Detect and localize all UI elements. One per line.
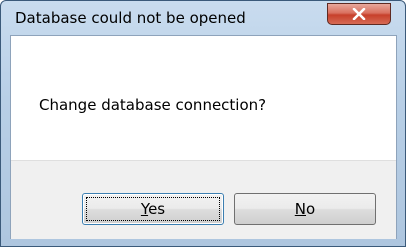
no-button-mnemonic: N <box>294 200 307 218</box>
close-button[interactable] <box>327 3 391 25</box>
yes-button-label-rest: es <box>148 200 166 218</box>
yes-button[interactable]: Yes <box>82 193 224 225</box>
close-icon <box>328 4 390 24</box>
no-button-label-rest: o <box>306 200 316 218</box>
dialog-window: Database could not be opened Change data… <box>0 0 406 247</box>
dialog-title: Database could not be opened <box>15 9 246 27</box>
no-button[interactable]: No <box>234 193 376 225</box>
no-button-label: No <box>295 200 315 218</box>
yes-button-label: Yes <box>141 200 165 218</box>
yes-button-mnemonic: Y <box>140 200 149 218</box>
dialog-message: Change database connection? <box>39 96 267 114</box>
title-bar[interactable]: Database could not be opened <box>1 1 405 35</box>
button-area: Yes No <box>11 160 396 239</box>
dialog-content: Change database connection? Yes No <box>10 35 397 239</box>
